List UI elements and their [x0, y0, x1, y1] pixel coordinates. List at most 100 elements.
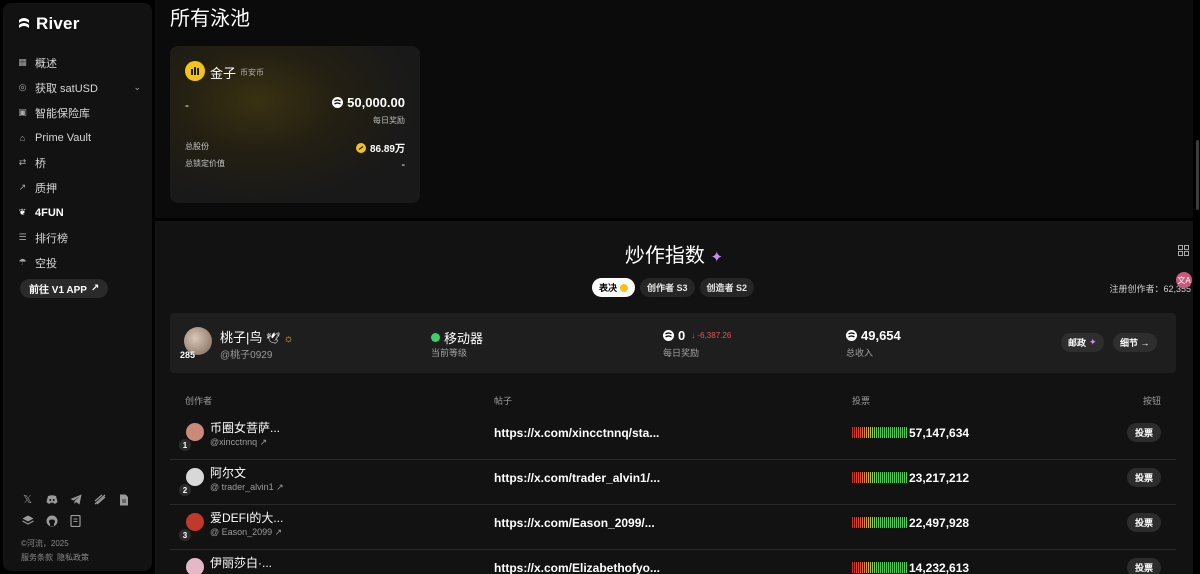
vote-button[interactable]: 投票 [1126, 468, 1161, 487]
my-name-text: 桃子|鸟 [220, 330, 263, 345]
scrollbar[interactable] [1196, 140, 1199, 210]
go-v1-app-button[interactable]: 前往 V1 APP ↗ [20, 279, 109, 298]
avatar [186, 558, 204, 574]
docs-icon[interactable] [117, 493, 130, 506]
mirror-icon[interactable] [93, 493, 106, 506]
vote-count: 14,232,613 [909, 561, 970, 574]
pool-daily-reward-value: 50,000.00 [347, 95, 405, 110]
creator-handle[interactable]: @ trader_alvin1 ↗ [210, 482, 284, 493]
hype-tabs: 表决 创作者 S3 创造者 S2 [592, 278, 755, 297]
post-link[interactable]: https://x.com/Eason_2099/... [494, 516, 655, 530]
discord-icon[interactable] [45, 493, 58, 506]
tab-creator-s2[interactable]: 创造者 S2 [699, 278, 755, 297]
river-logo-icon [19, 18, 29, 28]
creator-name: 币圈女菩萨... [210, 421, 281, 435]
my-total-income-value: 49,654 [861, 328, 901, 343]
sidebar-item-1[interactable]: ◎ 获取 satUSD ⌄ [17, 75, 145, 100]
my-level-label: 当前等级 [431, 348, 468, 358]
chevron-down-icon: ⌄ [133, 82, 141, 92]
target-icon: ◎ [18, 82, 27, 92]
telegram-icon[interactable] [69, 493, 82, 506]
pool-shares-label: 总股份 [185, 142, 209, 151]
sidebar-item-7[interactable]: ☰ 排行榜 [17, 225, 145, 250]
sidebar-item-0[interactable]: ▦ 概述 [17, 50, 145, 75]
pool-card[interactable]: 金子 币安币 - 50,000.00 每日奖励 总股份 86.89万 总锁定价值… [170, 46, 420, 203]
dashboard-icon: ▦ [18, 57, 27, 67]
terms-link[interactable]: 服务条款 [21, 552, 53, 563]
sidebar-item-5[interactable]: ↗ 质押 [17, 175, 145, 200]
book-icon[interactable] [69, 514, 82, 527]
pool-subtitle: 币安币 [240, 68, 264, 77]
creator-name: 伊丽莎白·... [210, 556, 272, 570]
rank-badge: 1 [179, 439, 191, 451]
pool-value: - [185, 98, 189, 112]
post-link[interactable]: https://x.com/trader_alvin1/... [494, 471, 660, 485]
tab-vote[interactable]: 表决 [592, 278, 636, 297]
vote-button[interactable]: 投票 [1126, 423, 1161, 442]
sidebar-item-label: 排行榜 [35, 232, 68, 245]
sidebar-nav: ▦ 概述 ◎ 获取 satUSD ⌄ ▣ 智能保险库 ⌂ Prime Vault ⇄ 桥 ↗ 质押 ❦ 4F… [17, 50, 145, 275]
hand-icon [620, 283, 629, 292]
sun-icon: ☼ [283, 333, 294, 345]
sidebar-item-label: 4FUN [35, 206, 64, 219]
col-action: 按钮 [1142, 396, 1161, 406]
sidebar-item-label: 桥 [35, 157, 46, 170]
creator-name: 阿尔文 [210, 466, 247, 480]
sidebar-item-label: 空投 [35, 257, 57, 270]
translate-icon[interactable]: 文A [1176, 272, 1192, 288]
layers-icon[interactable] [21, 514, 34, 527]
avatar [186, 468, 204, 486]
airdrop-icon: ☂ [18, 257, 27, 267]
x-icon[interactable]: 𝕏 [21, 493, 34, 506]
sparkle-icon: ✦ [710, 249, 724, 266]
logo[interactable]: River [17, 14, 80, 34]
hype-title-text: 炒作指数 [624, 245, 705, 267]
v1-button-label: 前往 V1 APP [29, 285, 87, 296]
pool-shares-value: 86.89万 [369, 144, 405, 155]
rank-badge: 2 [179, 484, 191, 496]
vote-button[interactable]: 投票 [1126, 558, 1161, 574]
privacy-link[interactable]: 隐私政策 [57, 552, 89, 563]
pool-name: 金子 [210, 66, 237, 81]
grid-icon[interactable] [1176, 243, 1190, 257]
sidebar-item-label: 获取 satUSD [35, 82, 98, 95]
github-icon[interactable] [45, 514, 58, 527]
swap-icon: ⇄ [18, 157, 27, 167]
post-link[interactable]: https://x.com/Elizabethofyo... [494, 561, 660, 574]
sidebar-item-8[interactable]: ☂ 空投 [17, 250, 145, 275]
gold-coin-icon [185, 61, 205, 81]
sidebar-item-6[interactable]: ❦ 4FUN [17, 200, 145, 225]
avatar [186, 513, 204, 531]
sidebar-item-3[interactable]: ⌂ Prime Vault [17, 125, 145, 150]
vote-heat-bar [852, 472, 907, 483]
sidebar-item-label: 智能保险库 [35, 107, 90, 120]
tab-creator-s3[interactable]: 创作者 S3 [640, 278, 695, 297]
river-token-icon [663, 330, 674, 341]
pool-daily-reward: 50,000.00 [332, 95, 405, 110]
sidebar-item-2[interactable]: ▣ 智能保险库 [17, 100, 145, 125]
my-handle: @桃子0929 [220, 350, 273, 361]
sparkle-icon: ✦ [1089, 337, 1097, 347]
chart-up-icon: ↗ [18, 182, 27, 192]
daily-reward-delta-value: -6,387.26 [697, 331, 732, 340]
my-daily-reward-value: 0 [678, 328, 686, 343]
sidebar-item-4[interactable]: ⇄ 桥 [17, 150, 145, 175]
mail-button[interactable]: 邮政 ✦ [1061, 333, 1104, 352]
arrow-up-right-icon: ↗ [90, 283, 100, 294]
mail-button-label: 邮政 [1068, 338, 1087, 348]
hype-index-title: 炒作指数 ✦ [155, 239, 1193, 268]
my-level-value: 移动器 [444, 331, 484, 346]
col-post: 帖子 [494, 396, 513, 406]
rank-badge: 3 [179, 529, 191, 541]
registered-creators-label: 注册创作者： [1109, 284, 1164, 294]
details-button[interactable]: 细节 → [1113, 333, 1157, 352]
creator-handle[interactable]: @xincctnnq ↗ [210, 437, 267, 448]
sidebar-item-label: 质押 [35, 182, 57, 195]
vote-button[interactable]: 投票 [1126, 513, 1161, 532]
creator-handle[interactable]: @ Eason_2099 ↗ [210, 527, 282, 538]
pool-tvl-value: - [401, 159, 405, 171]
copyright: ©河流，2025 [21, 539, 69, 548]
legal-links: 服务条款 隐私政策 [21, 552, 89, 563]
my-rank-badge: 285 [180, 350, 196, 360]
post-link[interactable]: https://x.com/xincctnnq/sta... [494, 426, 659, 440]
